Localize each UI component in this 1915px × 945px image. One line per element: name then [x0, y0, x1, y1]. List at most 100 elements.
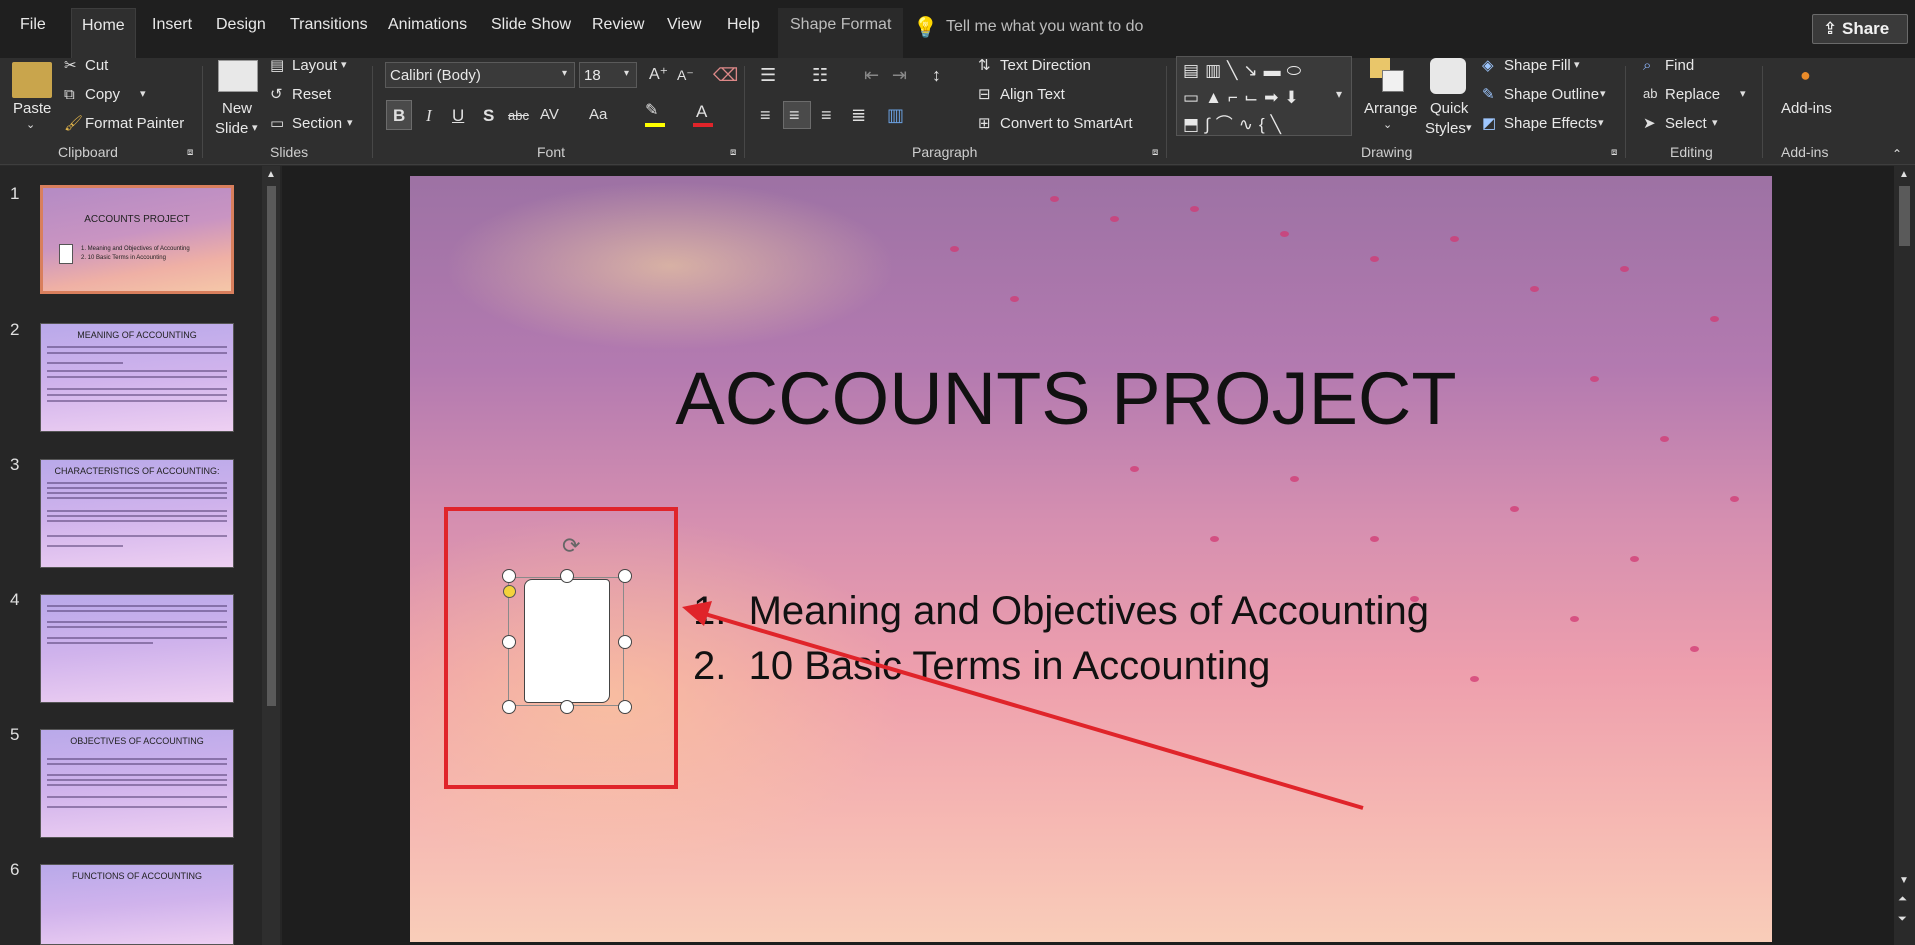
convert-smartart-button[interactable]: Convert to SmartArt: [1000, 115, 1133, 132]
arc-shape-icon[interactable]: ⌒: [1216, 115, 1239, 134]
character-spacing-button[interactable]: AV: [540, 107, 559, 122]
arrow-line-shape-icon[interactable]: ↘: [1243, 61, 1263, 80]
align-left-icon[interactable]: ≡: [760, 106, 771, 124]
chevron-down-icon[interactable]: ⌄: [1383, 120, 1392, 131]
dialog-launcher-icon[interactable]: ⧈: [1152, 148, 1158, 158]
replace-button[interactable]: Replace: [1665, 86, 1720, 103]
slide-thumbnail-1[interactable]: ACCOUNTS PROJECT 1. Meaning and Objectiv…: [40, 185, 234, 294]
slide-thumbnail-4[interactable]: [40, 594, 234, 703]
tab-shape-format[interactable]: Shape Format: [778, 8, 904, 58]
scrollbar-thumb[interactable]: [267, 186, 276, 706]
chevron-down-icon[interactable]: ⌄: [26, 120, 35, 131]
curve-shape-icon[interactable]: ∿: [1239, 115, 1259, 134]
collapse-ribbon-icon[interactable]: ⌃: [1892, 148, 1902, 160]
scrollbar-thumb[interactable]: [1899, 186, 1910, 246]
tab-file[interactable]: File: [20, 16, 46, 34]
scroll-down-icon[interactable]: ▼: [1899, 876, 1909, 886]
shape-outline-button[interactable]: Shape Outline: [1504, 86, 1599, 103]
text-direction-button[interactable]: Text Direction: [1000, 57, 1091, 74]
tab-insert[interactable]: Insert: [152, 16, 192, 34]
underline-button[interactable]: U: [452, 107, 464, 124]
rounded-rect-shape-icon[interactable]: ▭: [1183, 88, 1205, 107]
reset-button[interactable]: Reset: [292, 86, 331, 103]
freeform-shape-icon[interactable]: ∫: [1205, 115, 1216, 134]
paste-icon[interactable]: [12, 62, 52, 98]
quick-styles-label-2[interactable]: Styles: [1425, 120, 1466, 137]
chevron-down-icon[interactable]: ▾: [1466, 123, 1472, 134]
shapes-gallery[interactable]: ▤▥╲↘▬⬭ ▭▲⌐⌙➡⬇ ⬒∫⌒∿{╲: [1176, 56, 1352, 136]
chevron-down-icon[interactable]: ▾: [341, 60, 347, 71]
paste-button[interactable]: Paste: [13, 100, 51, 117]
change-case-button[interactable]: Aa: [589, 107, 607, 122]
slide-thumbnail-3[interactable]: CHARACTERISTICS OF ACCOUNTING:: [40, 459, 234, 568]
highlight-color-button[interactable]: ✎: [645, 103, 667, 127]
section-button[interactable]: Section: [292, 115, 342, 132]
triangle-shape-icon[interactable]: ▲: [1205, 88, 1228, 107]
share-button[interactable]: ⇪ Share: [1812, 14, 1908, 44]
new-slide-label-2[interactable]: Slide: [215, 120, 248, 137]
arrange-icon[interactable]: [1370, 58, 1406, 92]
textbox-shape-icon[interactable]: ▤: [1183, 61, 1205, 80]
chevron-down-icon[interactable]: ▾: [1740, 89, 1746, 100]
scroll-up-icon[interactable]: ▲: [266, 170, 276, 180]
chevron-down-icon[interactable]: ▾: [1600, 89, 1606, 100]
line-shape-icon[interactable]: ╲: [1227, 61, 1243, 80]
decrease-indent-icon[interactable]: ⇤: [864, 66, 879, 84]
tab-review[interactable]: Review: [592, 16, 644, 34]
align-text-button[interactable]: Align Text: [1000, 86, 1065, 103]
line-spacing-icon[interactable]: ↕: [932, 66, 941, 84]
chevron-down-icon[interactable]: ▾: [140, 89, 146, 100]
dialog-launcher-icon[interactable]: ⧈: [730, 148, 736, 158]
dialog-launcher-icon[interactable]: ⧈: [187, 148, 193, 158]
chevron-down-icon[interactable]: ▾: [252, 123, 258, 134]
thumbnail-scrollbar[interactable]: ▲: [262, 166, 280, 945]
add-ins-button[interactable]: Add-ins: [1781, 100, 1832, 117]
right-arrow-shape-icon[interactable]: ➡: [1264, 88, 1284, 107]
down-arrow-shape-icon[interactable]: ⬇: [1284, 88, 1304, 107]
rectangle-shape-icon[interactable]: ▬: [1264, 61, 1287, 80]
tab-design[interactable]: Design: [216, 16, 266, 34]
shape-effects-button[interactable]: Shape Effects: [1504, 115, 1597, 132]
tab-home[interactable]: Home: [71, 8, 136, 58]
tab-animations[interactable]: Animations: [388, 16, 467, 34]
arrange-button[interactable]: Arrange: [1364, 100, 1417, 117]
slide-thumbnail-5[interactable]: OBJECTIVES OF ACCOUNTING: [40, 729, 234, 838]
italic-button[interactable]: I: [426, 107, 432, 124]
oval-shape-icon[interactable]: ⬭: [1287, 61, 1308, 80]
grow-font-icon[interactable]: A⁺: [649, 67, 668, 83]
quick-styles-label-1[interactable]: Quick: [1430, 100, 1468, 117]
editor-scrollbar[interactable]: ▲ ▼ ⏶ ⏷: [1894, 166, 1915, 945]
quick-styles-icon[interactable]: [1430, 58, 1466, 94]
columns-icon[interactable]: ▥: [887, 106, 904, 124]
format-painter-button[interactable]: Format Painter: [85, 115, 184, 132]
slide-thumbnail-6[interactable]: FUNCTIONS OF ACCOUNTING: [40, 864, 234, 945]
increase-indent-icon[interactable]: ⇥: [892, 66, 907, 84]
shrink-font-icon[interactable]: A⁻: [677, 68, 694, 82]
tab-slide-show[interactable]: Slide Show: [491, 16, 571, 34]
bullets-icon[interactable]: ☰: [760, 66, 776, 84]
elbow-connector-icon[interactable]: ⌐: [1228, 88, 1244, 107]
cut-button[interactable]: Cut: [85, 57, 108, 74]
gallery-more-icon[interactable]: ▾: [1336, 88, 1342, 100]
chevron-down-icon[interactable]: ▾: [1598, 118, 1604, 129]
flowchart-shape-icon[interactable]: ⬒: [1183, 115, 1205, 134]
new-slide-label-1[interactable]: New: [222, 100, 252, 117]
chevron-down-icon[interactable]: ▾: [347, 118, 353, 129]
chevron-down-icon[interactable]: ▾: [1574, 60, 1580, 71]
textbox-vertical-shape-icon[interactable]: ▥: [1205, 61, 1227, 80]
elbow-arrow-icon[interactable]: ⌙: [1244, 88, 1264, 107]
select-button[interactable]: Select: [1665, 115, 1707, 132]
shape-fill-button[interactable]: Shape Fill: [1504, 57, 1571, 74]
strikethrough-button[interactable]: abc: [508, 109, 529, 122]
dialog-launcher-icon[interactable]: ⧈: [1611, 148, 1617, 158]
previous-slide-icon[interactable]: ⏶: [1898, 894, 1907, 905]
align-right-icon[interactable]: ≡: [821, 106, 832, 124]
tab-transitions[interactable]: Transitions: [290, 16, 368, 34]
shadow-button[interactable]: S: [483, 107, 494, 124]
slide-thumbnail-2[interactable]: MEANING OF ACCOUNTING: [40, 323, 234, 432]
justify-icon[interactable]: ≣: [851, 106, 866, 124]
find-button[interactable]: Find: [1665, 57, 1694, 74]
layout-button[interactable]: Layout: [292, 57, 337, 74]
tell-me-search[interactable]: Tell me what you want to do: [946, 18, 1143, 36]
chevron-down-icon[interactable]: ▾: [1712, 118, 1718, 129]
